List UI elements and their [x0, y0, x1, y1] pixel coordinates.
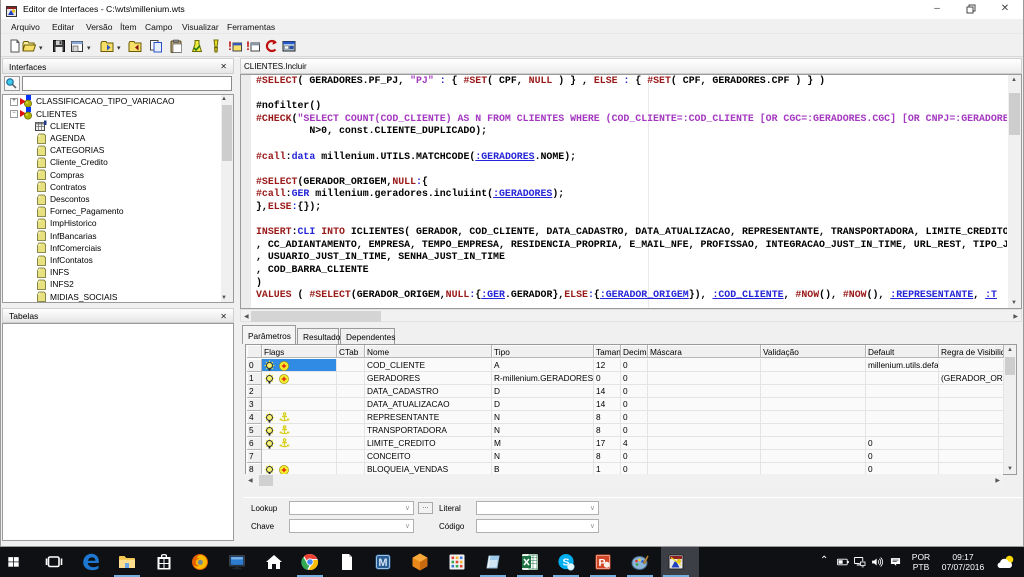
svg-text:M: M [379, 557, 388, 569]
svg-text:!: ! [228, 39, 232, 53]
svg-text:!: ! [246, 39, 250, 53]
